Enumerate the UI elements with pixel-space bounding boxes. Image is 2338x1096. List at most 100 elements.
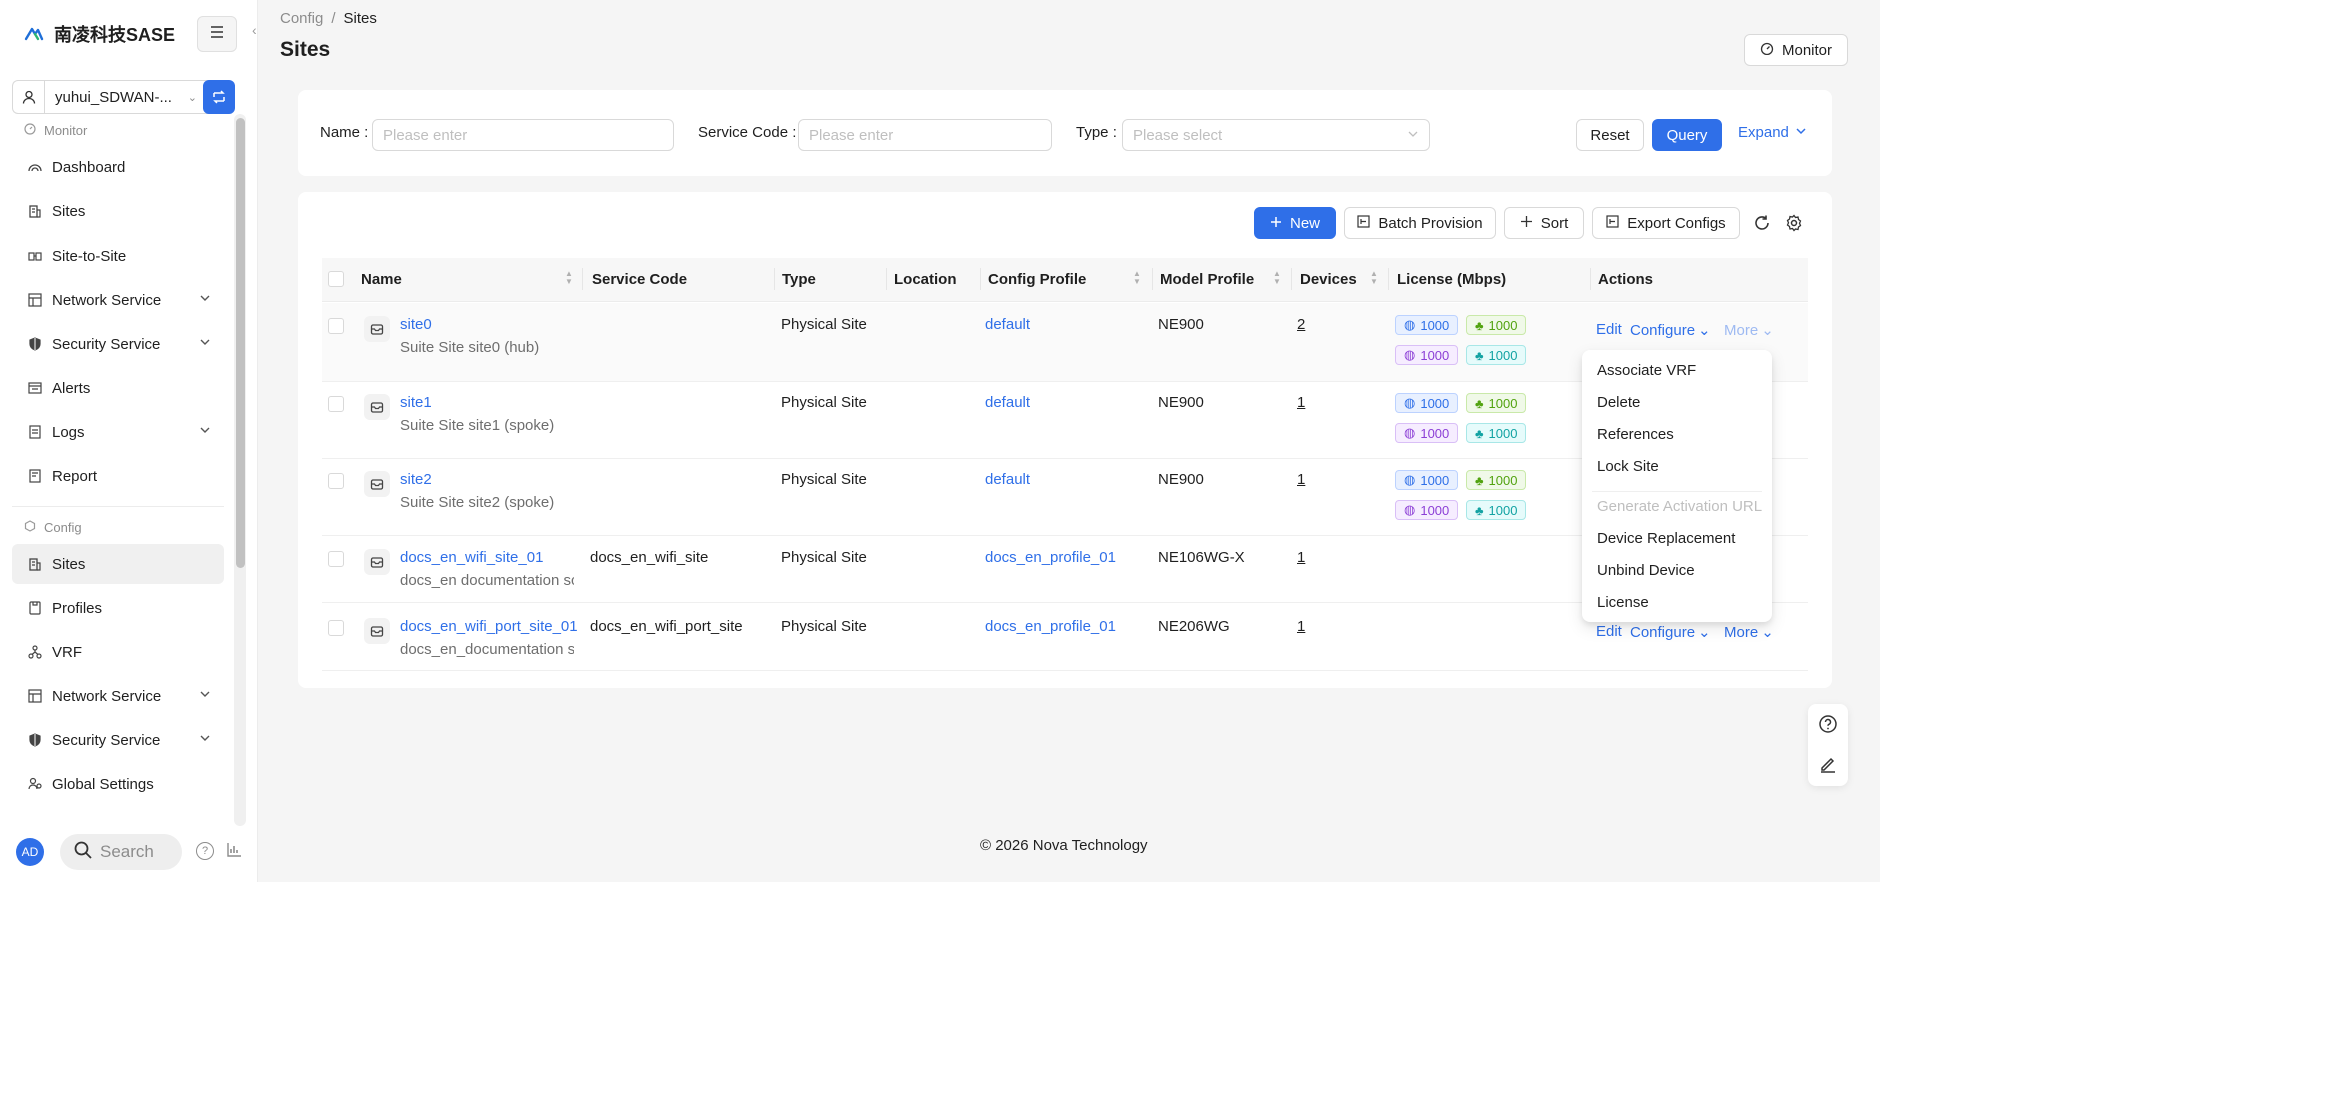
- configure-dropdown[interactable]: Configure ⌄: [1630, 623, 1711, 642]
- config-profile-link[interactable]: default: [985, 471, 1030, 488]
- sort-devices-icon[interactable]: ▲ ▼: [1370, 270, 1378, 286]
- breadcrumb: Config / Sites: [280, 10, 377, 27]
- license-tag-bandwidth: ◍ 1000: [1395, 393, 1459, 413]
- footer-copyright: © 2026 Nova Technology: [980, 837, 1148, 854]
- sidebar-item-global-settings[interactable]: Global Settings: [12, 764, 224, 804]
- sidebar-item-monitor-network-service[interactable]: Network Service: [12, 280, 224, 320]
- avatar[interactable]: AD: [16, 838, 44, 866]
- new-site-button[interactable]: New: [1254, 207, 1336, 239]
- collapse-sidebar-chevron-icon[interactable]: ‹: [252, 22, 257, 38]
- devices-count-link[interactable]: 2: [1297, 316, 1305, 333]
- help-icon[interactable]: ?: [196, 842, 214, 860]
- menu-item-generate-activation-url: Generate Activation URL: [1597, 498, 1763, 515]
- sort-button[interactable]: Sort: [1504, 207, 1584, 239]
- column-header-name[interactable]: Name: [361, 271, 402, 288]
- row-checkbox[interactable]: [328, 551, 344, 567]
- sidebar-item-logs[interactable]: Logs: [12, 412, 224, 452]
- site-type: Physical Site: [781, 471, 867, 488]
- edit-link[interactable]: Edit: [1596, 623, 1622, 640]
- row-checkbox[interactable]: [328, 318, 344, 334]
- license-tag-bandwidth: ◍ 1000: [1395, 423, 1459, 443]
- robot-icon: ♣: [1475, 502, 1484, 518]
- config-profile-link[interactable]: docs_en_profile_01: [985, 618, 1116, 635]
- site-name-link[interactable]: docs_en_wifi_site_01: [400, 549, 543, 566]
- config-profile-link[interactable]: default: [985, 394, 1030, 411]
- sidebar-item-config-security-service[interactable]: Security Service: [12, 720, 224, 760]
- group-title-config: Config: [24, 520, 82, 535]
- menu-item-lock-site[interactable]: Lock Site: [1597, 458, 1659, 475]
- site-box-icon: [364, 549, 390, 575]
- query-button[interactable]: Query: [1652, 119, 1722, 151]
- switch-tenant-button[interactable]: [203, 80, 235, 114]
- column-header-config-profile[interactable]: Config Profile: [988, 271, 1086, 288]
- sidebar-item-site-to-site[interactable]: Site-to-Site: [12, 236, 224, 276]
- edit-link[interactable]: Edit: [1596, 321, 1622, 338]
- menu-item-license[interactable]: License: [1597, 594, 1649, 611]
- sidebar-item-monitor-security-service[interactable]: Security Service: [12, 324, 224, 364]
- chevron-down-icon: [200, 424, 210, 438]
- service-code-input[interactable]: Please enter: [798, 119, 1052, 151]
- menu-item-delete[interactable]: Delete: [1597, 394, 1640, 411]
- site-box-icon: [364, 394, 390, 420]
- sidebar-item-profiles[interactable]: Profiles: [12, 588, 224, 628]
- row-checkbox[interactable]: [328, 473, 344, 489]
- export-configs-button[interactable]: Export Configs: [1592, 207, 1740, 239]
- sidebar-item-config-network-service[interactable]: Network Service: [12, 676, 224, 716]
- devices-count-link[interactable]: 1: [1297, 618, 1305, 635]
- service-code: docs_en_wifi_port_site: [590, 618, 743, 635]
- model-profile: NE106WG-X: [1158, 549, 1245, 566]
- menu-item-device-replacement[interactable]: Device Replacement: [1597, 530, 1735, 547]
- menu-item-associate-vrf[interactable]: Associate VRF: [1597, 362, 1696, 379]
- site-name-link[interactable]: docs_en_wifi_port_site_01: [400, 618, 578, 635]
- devices-count-link[interactable]: 1: [1297, 471, 1305, 488]
- expand-button[interactable]: Expand: [1738, 124, 1807, 141]
- more-dropdown[interactable]: More ⌄: [1724, 623, 1774, 642]
- sort-name-icon[interactable]: ▲ ▼: [565, 270, 573, 286]
- select-all-checkbox[interactable]: [328, 271, 344, 287]
- devices-count-link[interactable]: 1: [1297, 549, 1305, 566]
- row-checkbox[interactable]: [328, 396, 344, 412]
- config-profile-link[interactable]: default: [985, 316, 1030, 333]
- column-header-type: Type: [782, 271, 816, 288]
- sidebar-scrollbar-thumb[interactable]: [236, 118, 245, 568]
- menu-toggle-button[interactable]: [197, 16, 237, 52]
- gear-icon[interactable]: [1783, 212, 1805, 234]
- sidebar-item-vrf[interactable]: VRF: [12, 632, 224, 672]
- model-profile: NE900: [1158, 471, 1204, 488]
- config-profile-link[interactable]: docs_en_profile_01: [985, 549, 1116, 566]
- bar-chart-icon[interactable]: [226, 842, 244, 860]
- help-circle-icon[interactable]: [1817, 713, 1839, 735]
- menu-item-references[interactable]: References: [1597, 426, 1674, 443]
- sidebar-item-monitor-sites[interactable]: Sites: [12, 191, 224, 231]
- building-icon: [28, 204, 42, 218]
- batch-provision-button[interactable]: Batch Provision: [1344, 207, 1496, 239]
- reset-button[interactable]: Reset: [1576, 119, 1644, 151]
- sort-config-profile-icon[interactable]: ▲ ▼: [1133, 270, 1141, 286]
- sidebar-item-report[interactable]: Report: [12, 456, 224, 496]
- sort-model-profile-icon[interactable]: ▲ ▼: [1273, 270, 1281, 286]
- name-input[interactable]: Please enter: [372, 119, 674, 151]
- sidebar-item-config-sites[interactable]: Sites: [12, 544, 224, 584]
- breadcrumb-item-config[interactable]: Config: [280, 10, 323, 27]
- refresh-icon[interactable]: [1751, 212, 1773, 234]
- site-name-link[interactable]: site1: [400, 394, 432, 411]
- more-dropdown[interactable]: More ⌄: [1724, 321, 1774, 340]
- vrf-icon: [28, 645, 42, 659]
- site-name-link[interactable]: site2: [400, 471, 432, 488]
- edit-pen-icon[interactable]: [1817, 753, 1839, 775]
- monitor-button[interactable]: Monitor: [1744, 34, 1848, 66]
- column-header-devices[interactable]: Devices: [1300, 271, 1357, 288]
- devices-count-link[interactable]: 1: [1297, 394, 1305, 411]
- sidebar-item-alerts[interactable]: Alerts: [12, 368, 224, 408]
- report-icon: [28, 469, 42, 483]
- menu-item-unbind-device[interactable]: Unbind Device: [1597, 562, 1695, 579]
- dashboard-icon: [28, 160, 42, 174]
- column-header-model-profile[interactable]: Model Profile: [1160, 271, 1254, 288]
- site-name-link[interactable]: site0: [400, 316, 432, 333]
- site-link-icon: [28, 249, 42, 263]
- configure-dropdown[interactable]: Configure ⌄: [1630, 321, 1711, 340]
- type-select[interactable]: Please select: [1122, 119, 1430, 151]
- global-search-button[interactable]: Search: [60, 834, 182, 870]
- sidebar-item-dashboard[interactable]: Dashboard: [12, 147, 224, 187]
- row-checkbox[interactable]: [328, 620, 344, 636]
